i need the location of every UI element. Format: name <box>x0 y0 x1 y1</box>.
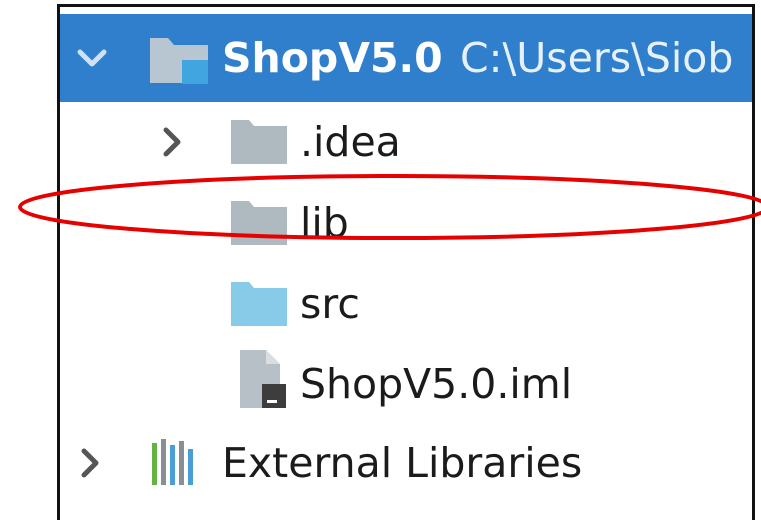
libraries-icon <box>148 435 204 493</box>
project-tree-panel: ShopV5.0 C:\Users\Siob .idea lib src Sho… <box>57 4 755 520</box>
root-project-name: ShopV5.0 <box>222 34 443 82</box>
tree-item-iml[interactable]: ShopV5.0.iml <box>60 344 752 424</box>
module-folder-icon <box>148 30 212 92</box>
tree-item-label: External Libraries <box>222 439 583 487</box>
chevron-right-icon[interactable] <box>70 443 110 483</box>
folder-icon <box>230 116 288 170</box>
source-folder-icon <box>230 278 288 332</box>
tree-item-external-libraries[interactable]: External Libraries <box>60 423 752 503</box>
tree-item-label: .idea <box>300 118 401 166</box>
iml-file-icon <box>236 348 290 416</box>
chevron-right-icon[interactable] <box>152 122 192 162</box>
tree-item-src[interactable]: src <box>60 264 752 344</box>
tree-item-label: src <box>300 280 360 328</box>
tree-item-lib[interactable]: lib <box>60 183 752 263</box>
tree-item-label: lib <box>300 199 349 247</box>
tree-root-row[interactable]: ShopV5.0 C:\Users\Siob <box>60 14 752 102</box>
folder-icon <box>230 197 288 251</box>
tree-item-label: ShopV5.0.iml <box>300 360 573 408</box>
root-project-path: C:\Users\Siob <box>460 34 734 82</box>
tree-item-idea[interactable]: .idea <box>60 102 752 182</box>
chevron-down-icon[interactable] <box>72 38 112 78</box>
